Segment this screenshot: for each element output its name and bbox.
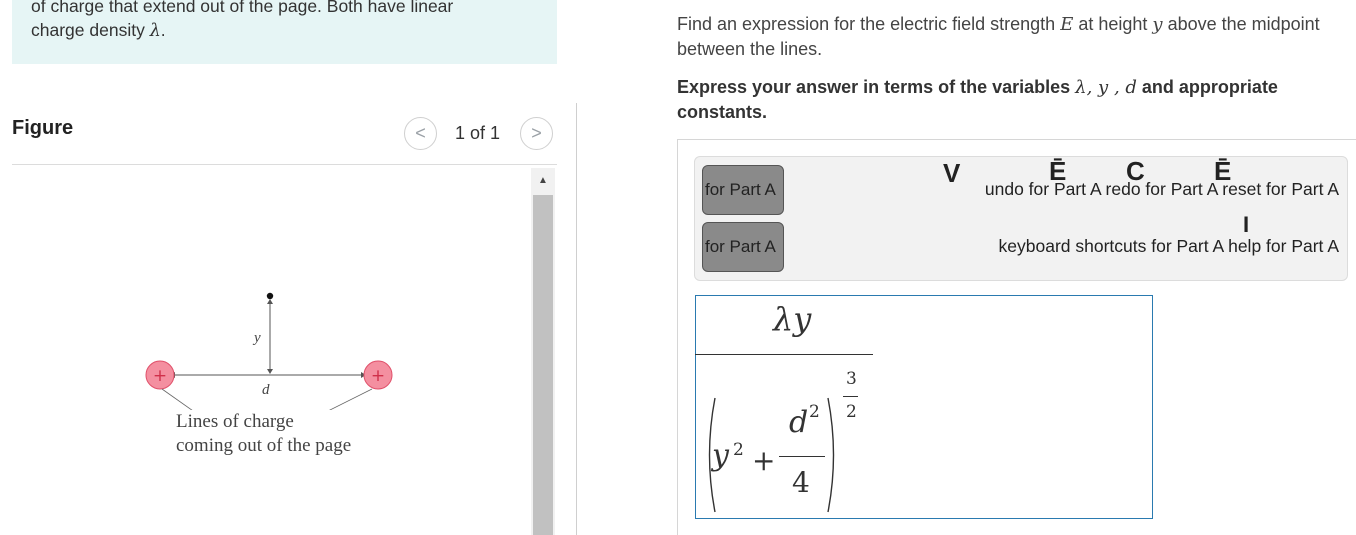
left-leader-line (161, 388, 193, 410)
help-button[interactable]: help for Part A (1228, 236, 1339, 256)
question-part-2: at height (1073, 14, 1153, 34)
math-toolbar (694, 156, 1348, 281)
scroll-thumb[interactable] (533, 195, 553, 535)
figure-pager: < 1 of 1 > (402, 117, 557, 151)
undo-icon: V (943, 158, 961, 188)
inner-fraction-bar (779, 456, 825, 457)
chevron-right-icon: > (531, 123, 542, 143)
power-numerator: 3 (846, 369, 857, 389)
question-part-1: Find an expression for the electric fiel… (677, 14, 1061, 34)
redo-button[interactable]: redo for Part A (1106, 179, 1218, 199)
symbols-button-label: for Part A (705, 237, 776, 256)
right-paren (827, 397, 835, 513)
denominator-y-exponent: 2 (733, 440, 744, 460)
period: . (160, 20, 166, 40)
problem-line-2-text: charge density (31, 20, 150, 40)
toolbar-row-1: undo for Part A redo for Part A reset fo… (985, 179, 1339, 200)
lambda-symbol: λ (149, 21, 161, 41)
answer-instruction: Express your answer in terms of the vari… (677, 75, 1347, 125)
sep-1: , (1086, 77, 1099, 98)
problem-line-2: charge density λ. (31, 18, 538, 43)
answer-fraction-bar (695, 354, 873, 355)
undo-button[interactable]: undo for Part A (985, 179, 1101, 199)
inner-numerator-d: d (789, 405, 809, 440)
keyboard-shortcuts-button[interactable]: keyboard shortcuts for Part A (999, 236, 1224, 256)
caption-line-1: Lines of charge (176, 411, 294, 432)
figure-page-count: 1 of 1 (455, 123, 501, 143)
problem-statement: of charge that extend out of the page. B… (12, 0, 557, 64)
inner-numerator-exponent: 2 (809, 402, 820, 422)
y-label: y (252, 330, 261, 346)
sep-2: , (1108, 77, 1126, 98)
answer-numerator: λy (773, 300, 812, 338)
var-d: d (1125, 77, 1137, 98)
problem-line-1: of charge that extend out of the page. B… (31, 0, 454, 16)
panel-divider (576, 103, 577, 535)
scroll-up-arrow-icon[interactable]: ▲ (531, 168, 555, 192)
denominator-plus: + (752, 444, 776, 477)
chevron-left-icon: < (415, 123, 426, 143)
figure-heading: Figure (12, 117, 74, 139)
reset-button[interactable]: reset for Part A (1222, 179, 1339, 199)
power-fraction-bar (843, 396, 858, 397)
inner-denominator: 4 (792, 466, 810, 499)
var-E: E (1060, 14, 1074, 35)
right-plus: + (371, 366, 385, 386)
figure-divider (12, 164, 557, 165)
caption-line-2: coming out of the page (176, 435, 352, 456)
power-denominator: 2 (846, 402, 857, 422)
templates-button[interactable]: for Part A (702, 165, 784, 215)
var-lambda: λ (1075, 77, 1087, 98)
figure-caption: Lines of charge coming out of the page (176, 410, 351, 458)
denominator-y: y (712, 438, 729, 473)
var-y: y (1152, 14, 1163, 35)
y-arrow-head-top (267, 299, 273, 304)
symbols-button[interactable]: for Part A (702, 222, 784, 272)
charge-lines-diagram: y d + + (145, 292, 393, 410)
next-figure-button[interactable]: > (520, 117, 553, 150)
instruction-prefix: Express your answer in terms of the vari… (677, 77, 1076, 97)
templates-button-label: for Part A (705, 180, 776, 199)
previous-figure-button[interactable]: < (404, 117, 437, 150)
left-plus: + (153, 366, 167, 386)
figure-scrollbar[interactable]: ▲ (531, 168, 555, 535)
point-marker (266, 292, 274, 300)
help-icon: I (1243, 212, 1250, 237)
right-leader-line (329, 388, 373, 410)
d-label: d (262, 382, 270, 398)
question-text: Find an expression for the electric fiel… (677, 12, 1337, 62)
toolbar-row-2: keyboard shortcuts for Part A help for P… (999, 236, 1339, 257)
answer-input[interactable] (695, 295, 1153, 519)
y-arrow-head-bottom (267, 369, 273, 374)
var-y-instr: y (1098, 77, 1109, 98)
